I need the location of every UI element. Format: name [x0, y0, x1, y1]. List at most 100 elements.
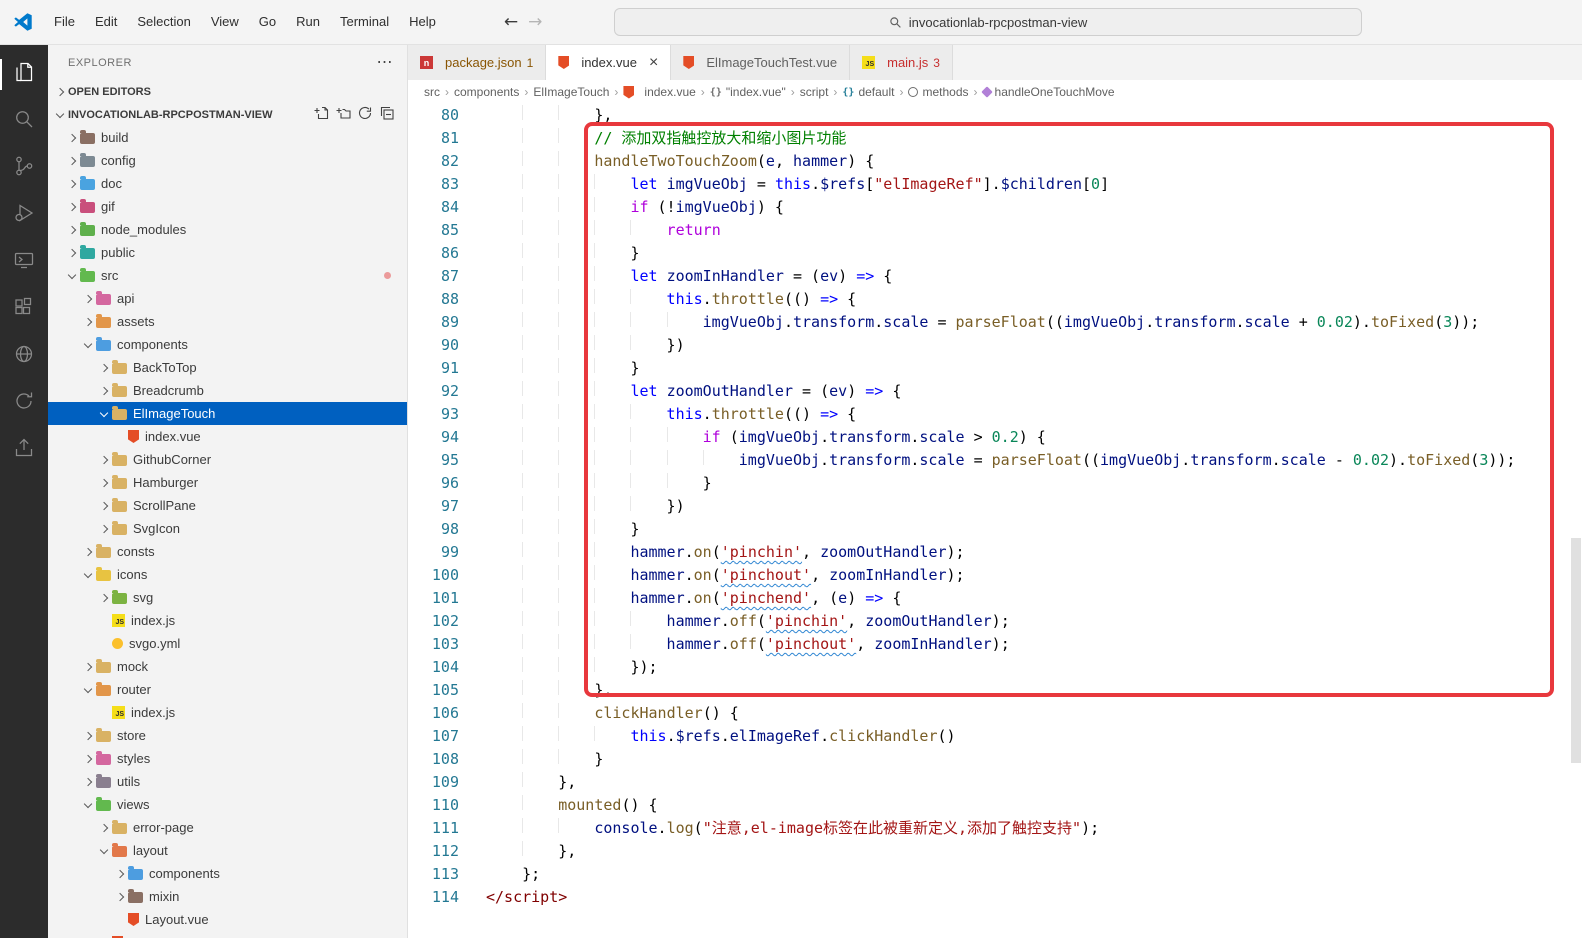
code-line-108[interactable]: 108} — [408, 748, 1582, 771]
line-number[interactable]: 96 — [408, 472, 486, 495]
command-center-search[interactable]: invocationlab-rpcpostman-view — [614, 8, 1362, 36]
code-line-104[interactable]: 104}); — [408, 656, 1582, 679]
line-number[interactable]: 113 — [408, 863, 486, 886]
nav-forward-icon[interactable]: → — [528, 12, 542, 32]
code-line-102[interactable]: 102 hammer.off('pinchin', zoomOutHandler)… — [408, 610, 1582, 633]
breadcrumb-components[interactable]: components — [454, 85, 519, 99]
line-number[interactable]: 114 — [408, 886, 486, 909]
tree-item-config[interactable]: config — [48, 149, 407, 172]
line-number[interactable]: 90 — [408, 334, 486, 357]
tab-main.js[interactable]: JS main.js 3 — [850, 45, 953, 80]
tree-item-BackToTop[interactable]: BackToTop — [48, 356, 407, 379]
line-number[interactable]: 92 — [408, 380, 486, 403]
code-line-86[interactable]: 86} — [408, 242, 1582, 265]
line-number[interactable]: 110 — [408, 794, 486, 817]
code-line-92[interactable]: 92 let zoomOutHandler = (ev) => { — [408, 380, 1582, 403]
tab-index.vue[interactable]: index.vue × — [546, 45, 672, 80]
activity-sync[interactable] — [0, 380, 48, 427]
tree-item-svg[interactable]: svg — [48, 586, 407, 609]
code-line-93[interactable]: 93 this.throttle(() => { — [408, 403, 1582, 426]
activity-source-control[interactable] — [0, 145, 48, 192]
project-section-header[interactable]: INVOCATIONLAB-RPCPOSTMAN-VIEW — [48, 103, 407, 126]
menu-view[interactable]: View — [201, 0, 249, 44]
code-line-85[interactable]: 85 return — [408, 219, 1582, 242]
code-line-91[interactable]: 91} — [408, 357, 1582, 380]
tree-item-components[interactable]: components — [48, 862, 407, 885]
line-number[interactable]: 108 — [408, 748, 486, 771]
line-number[interactable]: 87 — [408, 265, 486, 288]
line-number[interactable]: 100 — [408, 564, 486, 587]
code-line-109[interactable]: 109}, — [408, 771, 1582, 794]
line-number[interactable]: 97 — [408, 495, 486, 518]
nav-back-icon[interactable]: ← — [504, 12, 518, 32]
tree-item-layout[interactable]: layout — [48, 839, 407, 862]
code-line-99[interactable]: 99 hammer.on('pinchin', zoomOutHandler); — [408, 541, 1582, 564]
tree-item-Breadcrumb[interactable]: Breadcrumb — [48, 379, 407, 402]
line-number[interactable]: 89 — [408, 311, 486, 334]
line-number[interactable]: 105 — [408, 679, 486, 702]
line-number[interactable]: 88 — [408, 288, 486, 311]
line-number[interactable]: 81 — [408, 127, 486, 150]
code-line-98[interactable]: 98} — [408, 518, 1582, 541]
code-line-95[interactable]: 95 imgVueObj.transform.scale = parseFloat… — [408, 449, 1582, 472]
vscode-logo-icon[interactable] — [12, 11, 34, 33]
tree-item-doc[interactable]: doc — [48, 172, 407, 195]
tree-item-components[interactable]: components — [48, 333, 407, 356]
code-line-111[interactable]: 111 console.log("注意,el-image标签在此被重新定义,添加了… — [408, 817, 1582, 840]
breadcrumb-index-vue[interactable]: {} "index.vue" — [710, 85, 786, 99]
code-line-81[interactable]: 81// 添加双指触控放大和缩小图片功能 — [408, 127, 1582, 150]
tree-item-ScrollPane[interactable]: ScrollPane — [48, 494, 407, 517]
activity-search[interactable] — [0, 98, 48, 145]
code-area[interactable]: 80}, 81// 添加双指触控放大和缩小图片功能 82 handleTwoTouch… — [408, 104, 1582, 938]
tree-item-index.js[interactable]: JS index.js — [48, 609, 407, 632]
menu-terminal[interactable]: Terminal — [330, 0, 399, 44]
line-number[interactable]: 80 — [408, 104, 486, 127]
breadcrumb-default[interactable]: {} default — [842, 85, 894, 99]
tree-item-svgo.yml[interactable]: svgo.yml — [48, 632, 407, 655]
breadcrumb-handleonetouchmove[interactable]: handleOneTouchMove — [980, 85, 1115, 99]
tree-item-gif[interactable]: gif — [48, 195, 407, 218]
code-line-80[interactable]: 80}, — [408, 104, 1582, 127]
code-line-107[interactable]: 107 this.$refs.elImageRef.clickHandler() — [408, 725, 1582, 748]
tab-ElImageTouchTest.vue[interactable]: ElImageTouchTest.vue — [671, 45, 851, 80]
code-line-84[interactable]: 84 if (!imgVueObj) { — [408, 196, 1582, 219]
tree-item-styles[interactable]: styles — [48, 747, 407, 770]
menu-file[interactable]: File — [44, 0, 85, 44]
code-line-110[interactable]: 110 mounted() { — [408, 794, 1582, 817]
menu-run[interactable]: Run — [286, 0, 330, 44]
line-number[interactable]: 111 — [408, 817, 486, 840]
menu-selection[interactable]: Selection — [127, 0, 200, 44]
activity-run-debug[interactable] — [0, 192, 48, 239]
tree-item-views[interactable]: views — [48, 793, 407, 816]
line-number[interactable]: 98 — [408, 518, 486, 541]
tree-item-icons[interactable]: icons — [48, 563, 407, 586]
tree-item-Hamburger[interactable]: Hamburger — [48, 471, 407, 494]
tree-item-error-page[interactable]: error-page — [48, 816, 407, 839]
line-number[interactable]: 104 — [408, 656, 486, 679]
line-number[interactable]: 91 — [408, 357, 486, 380]
tree-item-public[interactable]: public — [48, 241, 407, 264]
tree-item-mock[interactable]: mock — [48, 655, 407, 678]
line-number[interactable]: 101 — [408, 587, 486, 610]
tree-item-GithubCorner[interactable]: GithubCorner — [48, 448, 407, 471]
code-line-103[interactable]: 103 hammer.off('pinchout', zoomInHandler)… — [408, 633, 1582, 656]
tree-item-router[interactable]: router — [48, 678, 407, 701]
activity-share[interactable] — [0, 427, 48, 474]
line-number[interactable]: 106 — [408, 702, 486, 725]
close-icon[interactable]: × — [649, 54, 658, 71]
collapse-all-icon[interactable] — [379, 105, 395, 124]
tab-package.json[interactable]: n package.json 1 — [408, 45, 547, 80]
breadcrumb-index-vue[interactable]: index.vue — [623, 85, 696, 99]
line-number[interactable]: 82 — [408, 150, 486, 173]
code-line-88[interactable]: 88 this.throttle(() => { — [408, 288, 1582, 311]
tree-item-partial[interactable] — [48, 931, 407, 938]
activity-remote-explorer[interactable] — [0, 239, 48, 286]
tree-item-assets[interactable]: assets — [48, 310, 407, 333]
tree-item-store[interactable]: store — [48, 724, 407, 747]
tree-item-ElImageTouch[interactable]: ElImageTouch — [48, 402, 407, 425]
breadcrumb-src[interactable]: src — [424, 85, 440, 99]
line-number[interactable]: 94 — [408, 426, 486, 449]
line-number[interactable]: 99 — [408, 541, 486, 564]
code-line-87[interactable]: 87 let zoomInHandler = (ev) => { — [408, 265, 1582, 288]
editor-scrollbar[interactable] — [1571, 104, 1581, 938]
